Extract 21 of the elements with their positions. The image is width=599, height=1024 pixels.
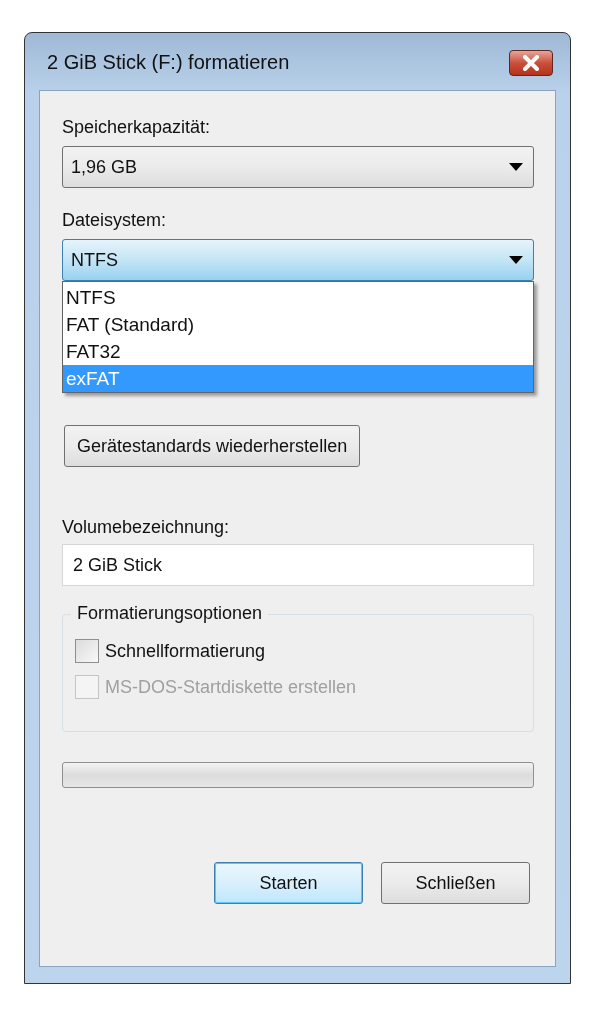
caret-icon [509, 163, 523, 171]
caret-icon [509, 256, 523, 264]
dialog-button[interactable]: Schließen [381, 862, 530, 904]
field-label: Dateisystem: [62, 210, 168, 231]
field-label: Speicherkapazität: [62, 117, 212, 138]
close-button[interactable] [509, 49, 553, 76]
window-title: 2 GiB Stick (F:) formatieren [47, 51, 290, 74]
dropdown-option[interactable]: NTFS [63, 284, 533, 311]
checkbox-label: Schnellformatierung [105, 640, 266, 662]
group-title: Formatierungsoptionen [71, 603, 269, 624]
dropdown-option[interactable]: FAT (Standard) [63, 311, 533, 338]
capacity-dropdown[interactable]: 1,96 GB [62, 146, 534, 188]
checkbox[interactable] [75, 639, 99, 663]
dialog-button[interactable]: Starten [214, 862, 363, 904]
checkbox-label: MS-DOS-Startdiskette erstellen [105, 676, 357, 698]
file-system-dropdown[interactable]: NTFS [62, 239, 534, 281]
close-icon [520, 54, 542, 71]
field-label: Volumebezeichnung: [62, 517, 231, 538]
volume-label-field[interactable]: 2 GiB Stick [62, 544, 534, 586]
dropdown-option[interactable]: FAT32 [63, 338, 533, 365]
restore-defaults-button[interactable]: Gerätestandards wiederherstellen [64, 425, 361, 467]
